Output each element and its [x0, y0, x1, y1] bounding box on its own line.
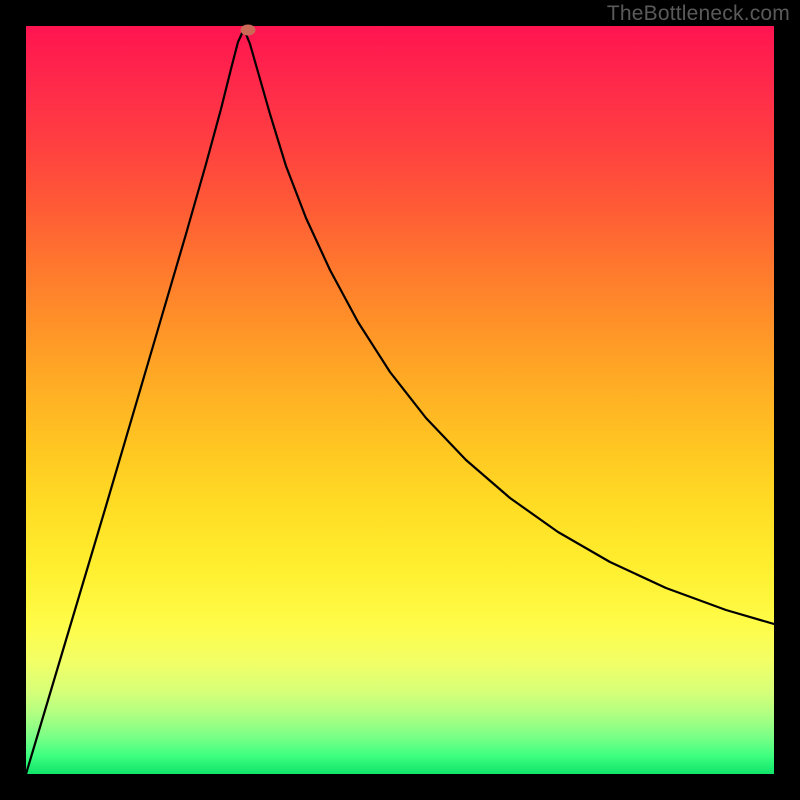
- min-marker: [241, 25, 256, 36]
- plot-area: [26, 26, 774, 774]
- curve-svg: [26, 26, 774, 774]
- curve-path: [26, 29, 774, 774]
- watermark-text: TheBottleneck.com: [607, 2, 790, 26]
- chart-frame: TheBottleneck.com: [0, 0, 800, 800]
